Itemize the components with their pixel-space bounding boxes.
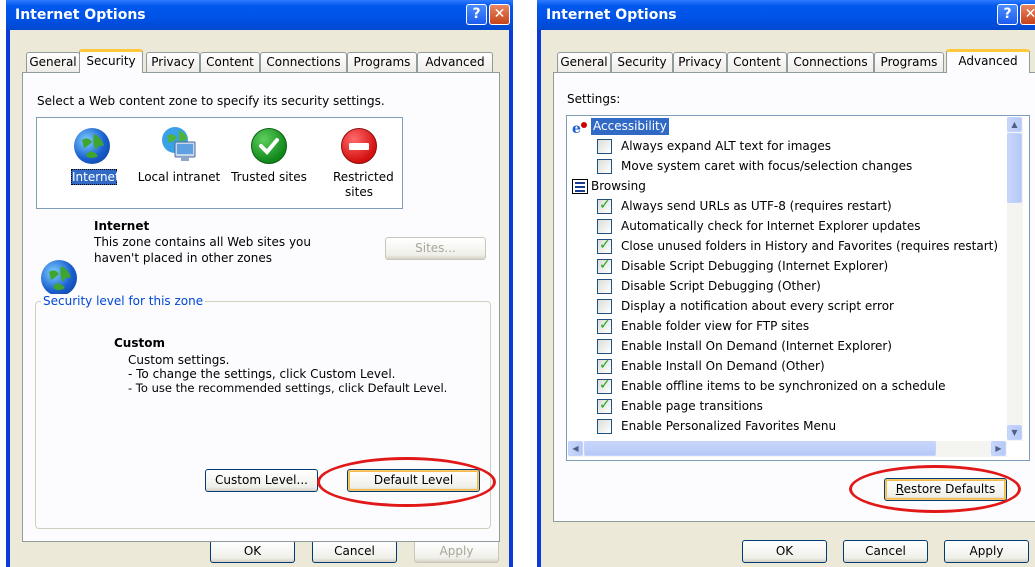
setting-label[interactable]: Always expand ALT text for images (621, 136, 831, 156)
internet-options-dialog-advanced: Internet Options ? ✕ General Security Pr… (537, 0, 1035, 567)
highlight-ring (849, 465, 1021, 513)
category-browsing[interactable]: Browsing (591, 176, 646, 196)
setting-label[interactable]: Disable Script Debugging (Other) (621, 276, 821, 296)
settings-list[interactable]: e Accessibility Browsing ▲ ▼ ◀ ▶ Always … (566, 115, 1030, 461)
tab-security[interactable]: Security (79, 49, 143, 73)
zone-title: Internet (94, 219, 150, 233)
setting-label[interactable]: Enable offline items to be synchronized … (621, 376, 946, 396)
setting-label[interactable]: Always send URLs as UTF-8 (requires rest… (621, 196, 892, 216)
advanced-panel: Settings: e Accessibility Browsing ▲ ▼ ◀ (553, 72, 1035, 522)
setting-checkbox[interactable] (597, 339, 612, 354)
close-button[interactable]: ✕ (489, 4, 510, 25)
setting-checkbox[interactable] (597, 159, 612, 174)
scroll-left-button[interactable]: ◀ (568, 441, 583, 456)
help-button[interactable]: ? (997, 4, 1018, 25)
level-line-1: Custom settings. (128, 353, 230, 367)
tab-privacy[interactable]: Privacy (673, 52, 727, 73)
setting-label[interactable]: Display a notification about every scrip… (621, 296, 894, 316)
zone-instruction: Select a Web content zone to specify its… (37, 94, 385, 108)
level-line-3: - To use the recommended settings, click… (128, 381, 448, 395)
setting-checkbox[interactable] (597, 279, 612, 294)
horizontal-scrollbar[interactable]: ◀ ▶ (568, 441, 1007, 457)
apply-button[interactable]: Apply (944, 540, 1029, 563)
setting-checkbox[interactable] (597, 317, 612, 334)
tab-privacy[interactable]: Privacy (146, 52, 200, 73)
zone-description-line-1: This zone contains all Web sites you (94, 235, 311, 249)
internet-options-dialog-security: Internet Options ? ✕ General Security Pr… (6, 0, 513, 567)
tab-content[interactable]: Content (200, 52, 260, 73)
setting-checkbox[interactable] (597, 357, 612, 374)
setting-checkbox[interactable] (597, 299, 612, 314)
apply-button[interactable]: Apply (414, 540, 499, 563)
setting-label[interactable]: Enable page transitions (621, 396, 763, 416)
zone-label-local-intranet[interactable]: Local intranet (137, 170, 221, 184)
close-button[interactable]: ✕ (1020, 4, 1035, 25)
zone-label-restricted-sites[interactable]: Restricted sites (333, 170, 394, 200)
svg-text:e: e (572, 121, 581, 135)
setting-label[interactable]: Enable folder view for FTP sites (621, 316, 809, 336)
level-line-2: - To change the settings, click Custom L… (128, 367, 396, 381)
zone-list[interactable]: Internet Local intranet Trusted sites Re… (36, 117, 403, 209)
setting-label[interactable]: Disable Script Debugging (Internet Explo… (621, 256, 888, 276)
category-accessibility[interactable]: Accessibility (591, 118, 669, 135)
tab-general[interactable]: General (26, 52, 80, 73)
scroll-down-button[interactable]: ▼ (1007, 425, 1022, 440)
globe-icon (41, 260, 77, 296)
setting-checkbox[interactable] (597, 419, 612, 434)
scroll-right-button[interactable]: ▶ (991, 441, 1006, 456)
settings-label: Settings: (567, 92, 621, 106)
title-bar[interactable]: Internet Options ? ✕ (537, 0, 1035, 30)
setting-label[interactable]: Automatically check for Internet Explore… (621, 216, 921, 236)
tab-content[interactable]: Content (727, 52, 787, 73)
highlight-ring (317, 457, 496, 507)
setting-label[interactable]: Move system caret with focus/selection c… (621, 156, 912, 176)
tab-advanced[interactable]: Advanced (946, 49, 1030, 73)
zone-label-trusted-sites[interactable]: Trusted sites (229, 170, 309, 184)
tab-general[interactable]: General (557, 52, 611, 73)
setting-checkbox[interactable] (597, 197, 612, 214)
title-bar[interactable]: Internet Options ? ✕ (6, 0, 513, 30)
scroll-up-button[interactable]: ▲ (1007, 117, 1022, 132)
setting-checkbox[interactable] (597, 219, 612, 234)
ie-accessibility-icon: e (572, 120, 588, 137)
tab-advanced[interactable]: Advanced (417, 52, 493, 73)
security-level-legend: Security level for this zone (41, 294, 206, 308)
ok-button[interactable]: OK (742, 540, 827, 563)
local-intranet-icon[interactable] (161, 126, 197, 162)
tab-programs[interactable]: Programs (347, 52, 417, 73)
setting-label[interactable]: Enable Install On Demand (Internet Explo… (621, 336, 892, 356)
setting-label[interactable]: Enable Install On Demand (Other) (621, 356, 825, 376)
cancel-button[interactable]: Cancel (843, 540, 928, 563)
sites-button[interactable]: Sites... (385, 237, 486, 260)
tab-connections[interactable]: Connections (260, 52, 347, 73)
setting-checkbox[interactable] (597, 139, 612, 154)
custom-level-button[interactable]: Custom Level... (205, 469, 318, 492)
setting-checkbox[interactable] (597, 237, 612, 254)
setting-checkbox[interactable] (597, 397, 612, 414)
no-entry-icon[interactable] (341, 128, 377, 164)
globe-icon[interactable] (74, 128, 110, 164)
tab-security[interactable]: Security (611, 52, 673, 73)
help-button[interactable]: ? (466, 4, 487, 25)
tab-connections[interactable]: Connections (787, 52, 874, 73)
setting-checkbox[interactable] (597, 257, 612, 274)
ok-button[interactable]: OK (210, 540, 295, 563)
setting-label[interactable]: Enable Personalized Favorites Menu (621, 416, 836, 436)
setting-checkbox[interactable] (597, 377, 612, 394)
setting-label[interactable]: Close unused folders in History and Favo… (621, 236, 998, 256)
zone-description-line-2: haven't placed in other zones (94, 251, 273, 265)
cancel-button[interactable]: Cancel (312, 540, 397, 563)
window-title: Internet Options (546, 7, 677, 23)
scroll-thumb[interactable] (1007, 133, 1022, 203)
checkmark-icon[interactable] (251, 128, 287, 164)
list-icon (572, 179, 588, 194)
zone-label-internet[interactable]: Internet (71, 169, 120, 185)
tab-programs[interactable]: Programs (874, 52, 944, 73)
vertical-scrollbar[interactable]: ▲ ▼ (1007, 117, 1023, 441)
window-title: Internet Options (15, 7, 146, 23)
level-title: Custom (114, 336, 165, 350)
scroll-thumb[interactable] (584, 441, 936, 456)
